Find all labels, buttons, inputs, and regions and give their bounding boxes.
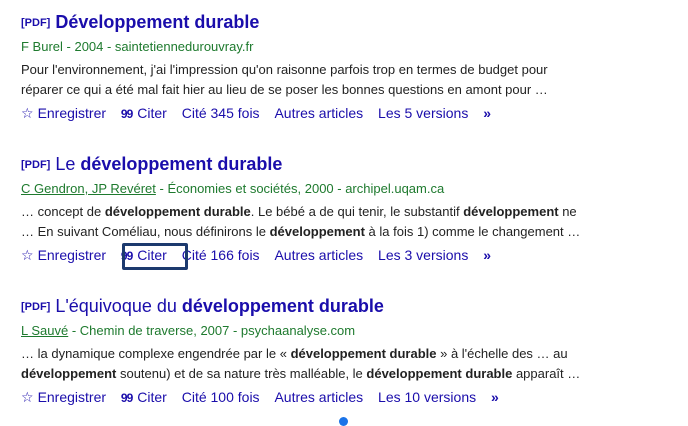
meta-authors[interactable]: C Gendron, JP Revéret: [21, 181, 156, 196]
snippet-line-2: développement soutenu) et de sa nature t…: [21, 366, 581, 381]
result-title-link[interactable]: Développement durable: [55, 12, 259, 32]
meta-source: - Chemin de traverse, 2007 - psychaanaly…: [68, 323, 356, 338]
search-result-3: [PDF] L'équivoque du développement durabl…: [21, 292, 681, 408]
result-snippet: Pour l'environnement, j'ai l'impression …: [21, 60, 681, 100]
save-label: Enregistrer: [37, 389, 107, 405]
meta-source: - 2004 - saintetiennedurouvray.fr: [62, 39, 254, 54]
search-result-2: [PDF] Le développement durable C Gendron,…: [21, 150, 681, 270]
save-button[interactable]: ☆ Enregistrer: [21, 386, 106, 408]
result-title-link[interactable]: Le développement durable: [55, 154, 282, 174]
result-title-line: [PDF] Développement durable: [21, 8, 681, 36]
more-icon[interactable]: »: [483, 102, 491, 124]
related-articles-link[interactable]: Autres articles: [274, 386, 363, 408]
result-actions: ☆ Enregistrer 99 Citer Cité 166 fois Autre…: [21, 243, 681, 270]
result-title-line: [PDF] Le développement durable: [21, 150, 681, 178]
star-icon: ☆: [21, 247, 34, 263]
versions-link[interactable]: Les 5 versions: [378, 102, 468, 124]
save-label: Enregistrer: [37, 247, 107, 263]
snippet-line-1: … concept de développement durable. Le b…: [21, 204, 577, 219]
more-icon[interactable]: »: [483, 244, 491, 266]
result-meta: L Sauvé - Chemin de traverse, 2007 - psy…: [21, 321, 681, 341]
result-actions: ☆ Enregistrer 99 Citer Cité 345 fois Autre…: [21, 102, 681, 124]
star-icon: ☆: [21, 105, 34, 121]
save-button[interactable]: ☆ Enregistrer: [21, 244, 106, 266]
cited-by-link[interactable]: Cité 100 fois: [182, 386, 260, 408]
title-prefix: Le: [55, 154, 81, 174]
pdf-tag[interactable]: [PDF]: [21, 17, 50, 29]
cited-by-link[interactable]: Cité 345 fois: [182, 102, 260, 124]
result-actions: ☆ Enregistrer 99 Citer Cité 100 fois Autre…: [21, 386, 681, 408]
meta-authors[interactable]: L Sauvé: [21, 323, 68, 338]
cite-label: Citer: [137, 105, 167, 121]
cite-button[interactable]: 99 Citer: [121, 102, 167, 125]
save-label: Enregistrer: [37, 105, 107, 121]
quote-icon: 99: [120, 391, 133, 405]
save-button[interactable]: ☆ Enregistrer: [21, 102, 106, 124]
pdf-tag[interactable]: [PDF]: [21, 159, 50, 171]
result-title-line: [PDF] L'équivoque du développement durabl…: [21, 292, 681, 320]
title-text: développement durable: [80, 154, 283, 174]
star-icon: ☆: [21, 389, 34, 405]
title-prefix: L'équivoque du: [55, 296, 182, 316]
meta-authors: F Burel: [21, 39, 63, 54]
result-title-link[interactable]: L'équivoque du développement durable: [55, 296, 384, 316]
result-meta: F Burel - 2004 - saintetiennedurouvray.f…: [21, 37, 681, 57]
result-snippet: … la dynamique complexe engendrée par le…: [21, 344, 681, 384]
quote-icon: 99: [120, 107, 133, 121]
cite-label: Citer: [137, 389, 167, 405]
versions-link[interactable]: Les 3 versions: [378, 244, 468, 266]
related-articles-link[interactable]: Autres articles: [274, 102, 363, 124]
snippet-line-2: … En suivant Coméliau, nous définirons l…: [21, 224, 581, 239]
pdf-tag[interactable]: [PDF]: [21, 301, 50, 313]
cite-focus-outline: [122, 243, 188, 270]
result-snippet: … concept de développement durable. Le b…: [21, 202, 681, 242]
cite-button[interactable]: 99 Citer: [121, 386, 167, 409]
cited-by-link[interactable]: Cité 166 fois: [182, 244, 260, 266]
title-text: Développement durable: [55, 12, 260, 32]
more-icon[interactable]: »: [491, 386, 499, 408]
result-meta: C Gendron, JP Revéret - Économies et soc…: [21, 179, 681, 199]
search-result-1: [PDF] Développement durable F Burel - 200…: [21, 8, 681, 124]
related-articles-link[interactable]: Autres articles: [274, 244, 363, 266]
versions-link[interactable]: Les 10 versions: [378, 386, 476, 408]
snippet-line-2: réparer ce qui a été mal fait hier au li…: [21, 82, 548, 97]
snippet-line-1: … la dynamique complexe engendrée par le…: [21, 346, 568, 361]
snippet-line-1: Pour l'environnement, j'ai l'impression …: [21, 62, 548, 77]
meta-source: - Économies et sociétés, 2000 - archipel…: [155, 181, 445, 196]
title-text: développement durable: [181, 296, 384, 316]
